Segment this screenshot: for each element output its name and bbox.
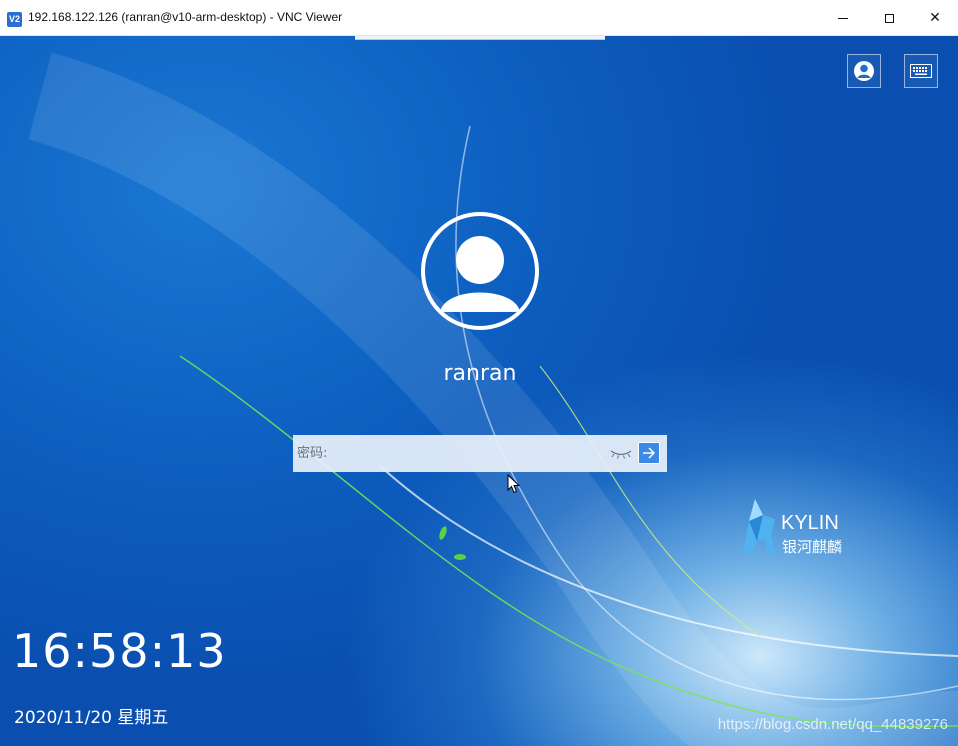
maximize-button[interactable] [866,0,912,36]
login-submit-button[interactable] [638,442,660,464]
keyboard-button[interactable] [904,54,938,88]
close-icon: ✕ [929,10,941,26]
clock-time: 16:58:13 [12,624,227,678]
csdn-watermark: https://blog.csdn.net/qq_44839276 [717,716,948,733]
eye-closed-icon[interactable] [609,446,633,460]
avatar-icon [440,236,520,312]
kylin-logo-subtext: 银河麒麟 [782,538,842,556]
mouse-cursor-icon [507,474,521,494]
close-button[interactable]: ✕ [912,0,958,36]
user-switch-button[interactable] [847,54,881,88]
arrow-right-icon [643,447,656,459]
username-label: ranran [443,361,517,386]
kylin-logo: KYLIN 银河麒麟 [743,499,842,556]
minimize-button[interactable] [820,0,866,36]
minimize-icon [838,17,848,19]
user-icon [854,61,874,81]
vnc-toolbar-handle[interactable] [355,36,605,40]
password-input[interactable] [293,435,628,472]
clock-date: 2020/11/20 星期五 [14,708,169,728]
maximize-icon [884,13,894,23]
password-box [293,435,667,472]
login-screen: ranran KYLIN 银河麒麟 16:58:13 2020/11/20 星期… [0,36,958,746]
keyboard-icon [910,64,932,78]
kylin-logo-text: KYLIN [781,512,839,534]
window-title: 192.168.122.126 (ranran@v10-arm-desktop)… [28,10,343,24]
vnc-app-icon: V2 [7,12,22,27]
window-titlebar: V2 192.168.122.126 (ranran@v10-arm-deskt… [0,0,958,36]
user-avatar [421,212,539,330]
